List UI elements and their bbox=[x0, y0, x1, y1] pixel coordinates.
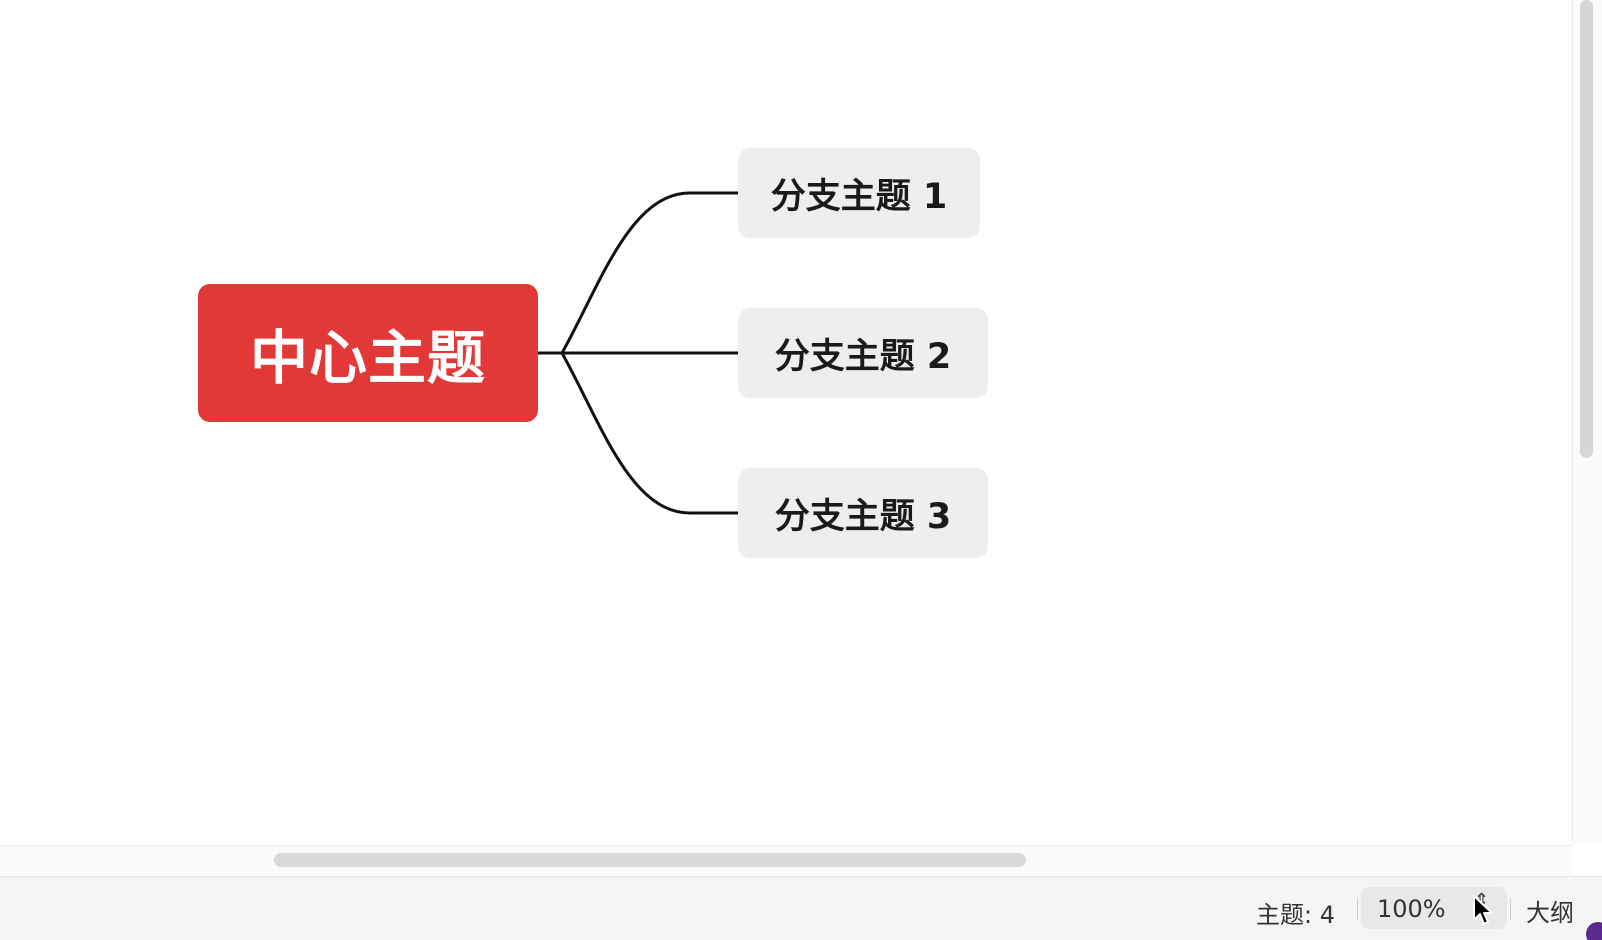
central-topic-label: 中心主题 bbox=[249, 324, 486, 392]
connector-branch-1 bbox=[560, 191, 738, 354]
central-topic-node[interactable]: 中心主题 bbox=[198, 284, 538, 422]
branch-connectors bbox=[538, 191, 738, 515]
mindmap-app: 中心主题 分支主题 1 分支主题 2 分支主题 3 主题: 4 100% ⇕ 大… bbox=[0, 0, 1602, 940]
status-divider bbox=[1357, 898, 1358, 920]
arrow-cursor-icon bbox=[1473, 895, 1493, 925]
zoom-level[interactable]: 100% bbox=[1377, 895, 1446, 923]
status-divider bbox=[1510, 898, 1511, 920]
outline-button[interactable]: 大纲 bbox=[1526, 893, 1574, 928]
mindmap-canvas[interactable]: 中心主题 分支主题 1 分支主题 2 分支主题 3 bbox=[0, 0, 1572, 845]
branch-topic-node-3[interactable]: 分支主题 3 bbox=[738, 468, 988, 558]
branch-topic-label: 分支主题 3 bbox=[774, 496, 952, 537]
vertical-scrollbar-thumb[interactable] bbox=[1580, 0, 1593, 458]
branch-topic-label: 分支主题 1 bbox=[770, 176, 948, 217]
horizontal-scrollbar-thumb[interactable] bbox=[274, 853, 1026, 867]
window-corner-accent bbox=[1586, 922, 1602, 940]
branch-topic-label: 分支主题 2 bbox=[774, 336, 952, 377]
branch-topic-node-1[interactable]: 分支主题 1 bbox=[738, 148, 980, 238]
connector-branch-3 bbox=[560, 352, 738, 515]
topic-count: 主题: 4 bbox=[1256, 901, 1335, 929]
branch-topic-node-2[interactable]: 分支主题 2 bbox=[738, 308, 988, 398]
